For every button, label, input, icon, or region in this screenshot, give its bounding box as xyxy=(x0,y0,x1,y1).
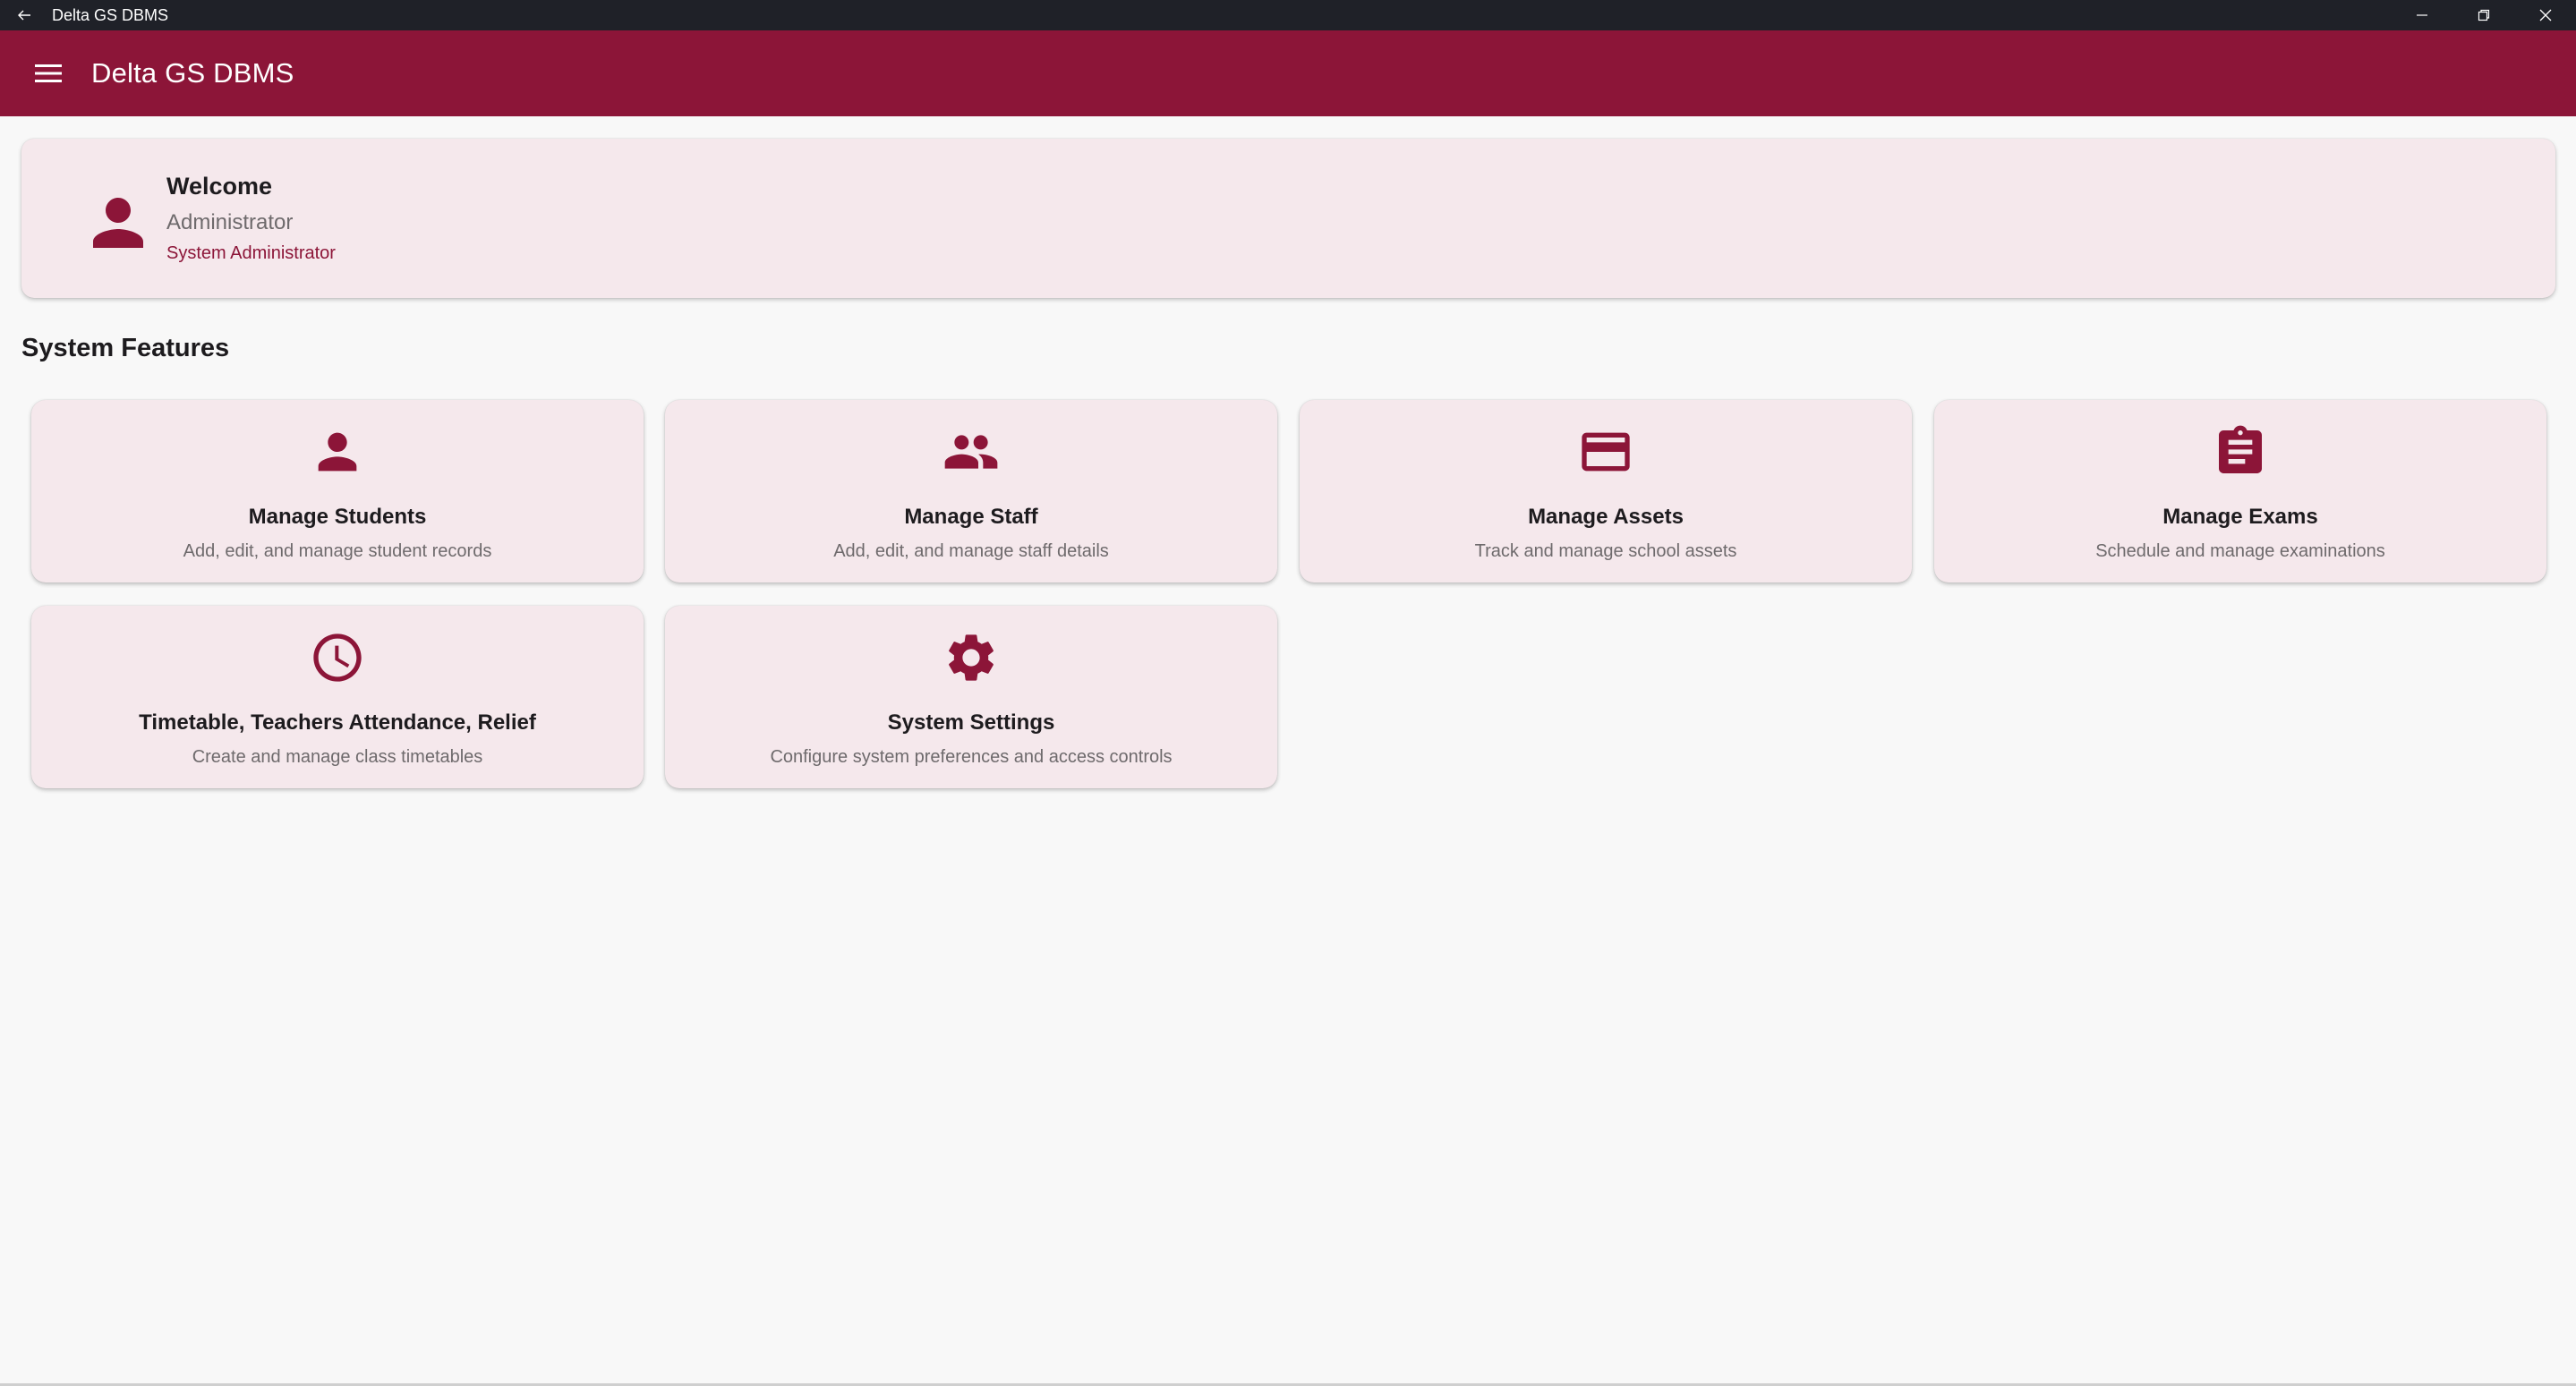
feature-card-manage-staff[interactable]: Manage Staff Add, edit, and manage staff… xyxy=(665,400,1277,582)
welcome-heading: Welcome xyxy=(166,173,273,200)
feature-title: Manage Students xyxy=(248,505,427,529)
feature-card-manage-exams[interactable]: Manage Exams Schedule and manage examina… xyxy=(1934,400,2546,582)
feature-description: Add, edit, and manage staff details xyxy=(833,541,1109,561)
app-bar: Delta GS DBMS xyxy=(0,30,2576,116)
credit-card-icon xyxy=(1582,432,1630,472)
person-icon xyxy=(93,198,143,248)
feature-description: Configure system preferences and access … xyxy=(770,747,1173,767)
feature-card-system-settings[interactable]: System Settings Configure system prefere… xyxy=(665,606,1277,788)
feature-title: Manage Staff xyxy=(904,505,1038,529)
welcome-role: System Administrator xyxy=(166,243,336,263)
feature-card-manage-students[interactable]: Manage Students Add, edit, and manage st… xyxy=(31,400,644,582)
gear-icon xyxy=(949,634,994,681)
window-controls xyxy=(2391,0,2576,30)
feature-description: Create and manage class timetables xyxy=(192,747,483,767)
welcome-username: Administrator xyxy=(166,210,294,234)
welcome-card: Welcome Administrator System Administrat… xyxy=(21,139,2555,298)
clock-icon xyxy=(313,633,362,682)
feature-title: System Settings xyxy=(887,710,1055,735)
people-icon xyxy=(944,435,998,469)
window-titlebar: Delta GS DBMS xyxy=(0,0,2576,30)
back-arrow-icon xyxy=(18,10,30,21)
minimize-button[interactable] xyxy=(2391,0,2452,30)
close-button[interactable] xyxy=(2514,0,2576,30)
clipboard-icon xyxy=(2219,425,2262,473)
feature-title: Manage Exams xyxy=(2162,505,2318,529)
hamburger-menu-icon xyxy=(35,64,62,82)
feature-title: Manage Assets xyxy=(1528,505,1684,529)
feature-card-timetable[interactable]: Timetable, Teachers Attendance, Relief C… xyxy=(31,606,644,788)
menu-button[interactable] xyxy=(23,48,73,98)
section-title: System Features xyxy=(21,334,230,362)
feature-title: Timetable, Teachers Attendance, Relief xyxy=(139,710,536,735)
restore-button[interactable] xyxy=(2452,0,2514,30)
person-icon xyxy=(318,432,357,472)
close-icon xyxy=(2539,9,2551,21)
feature-card-manage-assets[interactable]: Manage Assets Track and manage school as… xyxy=(1300,400,1912,582)
feature-description: Schedule and manage examinations xyxy=(2095,541,2385,561)
minimize-icon xyxy=(2416,14,2427,16)
window-title: Delta GS DBMS xyxy=(52,5,169,24)
restore-icon xyxy=(2478,9,2489,21)
feature-description: Add, edit, and manage student records xyxy=(183,541,492,561)
feature-description: Track and manage school assets xyxy=(1474,541,1737,561)
back-button[interactable] xyxy=(0,0,48,30)
app-title: Delta GS DBMS xyxy=(91,57,294,89)
